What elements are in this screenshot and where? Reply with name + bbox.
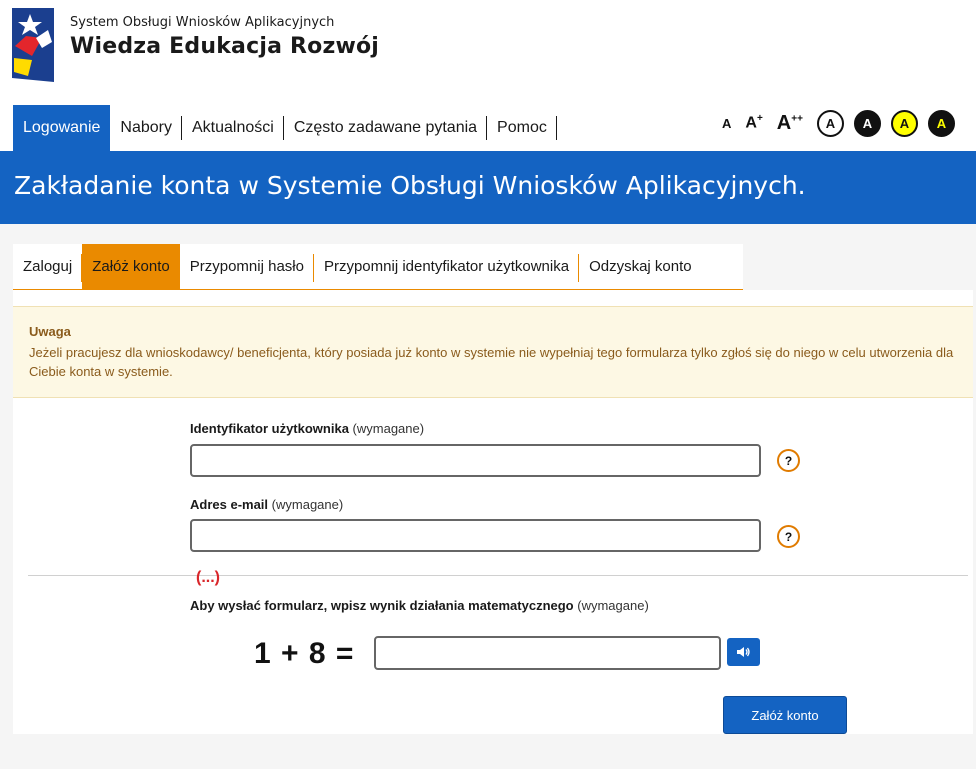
contrast-default-button[interactable]: A: [816, 109, 844, 137]
email-help-icon[interactable]: ?: [777, 525, 800, 548]
email-label: Adres e-mail (wymagane): [190, 497, 344, 512]
notice-box: Uwaga Jeżeli pracujesz dla wnioskodawcy/…: [13, 306, 973, 398]
nav-item-logowanie[interactable]: Logowanie: [13, 105, 111, 151]
nav-item-aktualnosci[interactable]: Aktualności: [182, 105, 284, 151]
font-size-medium-button[interactable]: A+: [745, 113, 762, 132]
font-size-small-button[interactable]: A: [722, 116, 731, 131]
omitted-content-marker: (...): [196, 569, 220, 586]
tab-odzyskaj-konto[interactable]: Odzyskaj konto: [579, 244, 702, 289]
tab-przypomnij-haslo[interactable]: Przypomnij hasło: [180, 244, 315, 289]
contrast-yellow-black-button[interactable]: A: [890, 109, 918, 137]
font-size-large-button[interactable]: A++: [777, 112, 803, 135]
captcha-audio-button[interactable]: [727, 638, 760, 666]
page-title: Zakładanie konta w Systemie Obsługi Wnio…: [14, 171, 806, 200]
notice-text: Jeżeli pracujesz dla wnioskodawcy/ benef…: [29, 345, 954, 379]
tab-przypomnij-identyfikator[interactable]: Przypomnij identyfikator użytkownika: [314, 244, 580, 289]
speaker-icon: [736, 647, 750, 657]
nav-item-faq[interactable]: Często zadawane pytania: [284, 105, 488, 151]
system-name: System Obsługi Wniosków Aplikacyjnych: [70, 15, 335, 30]
page-banner: Zakładanie konta w Systemie Obsługi Wnio…: [0, 151, 976, 224]
tab-zaloz-konto[interactable]: Załóż konto: [82, 244, 180, 289]
captcha-label: Aby wysłać formularz, wpisz wynik działa…: [190, 598, 649, 613]
captcha-expression: 1 + 8 =: [254, 637, 355, 670]
contrast-black-yellow-button[interactable]: A: [927, 109, 955, 137]
notice-title: Uwaga: [29, 324, 71, 339]
program-name: Wiedza Edukacja Rozwój: [70, 34, 380, 59]
captcha-input[interactable]: [374, 636, 721, 670]
account-tabs: Zaloguj Załóż konto Przypomnij hasło Prz…: [13, 244, 743, 290]
nav-item-nabory[interactable]: Nabory: [110, 105, 182, 151]
email-input[interactable]: [190, 519, 761, 552]
user-id-label: Identyfikator użytkownika (wymagane): [190, 421, 425, 436]
eu-flag-logo-icon: [12, 8, 54, 82]
create-account-button[interactable]: Załóż konto: [723, 696, 847, 734]
main-navigation: Logowanie Nabory Aktualności Często zada…: [13, 105, 557, 151]
form-divider: [28, 575, 968, 576]
accessibility-controls: A A+ A++ A A A A: [716, 108, 965, 138]
user-id-input[interactable]: [190, 444, 761, 477]
user-id-help-icon[interactable]: ?: [777, 449, 800, 472]
tab-zaloguj[interactable]: Zaloguj: [13, 244, 83, 289]
nav-item-pomoc[interactable]: Pomoc: [487, 105, 557, 151]
contrast-black-white-button[interactable]: A: [853, 109, 881, 137]
